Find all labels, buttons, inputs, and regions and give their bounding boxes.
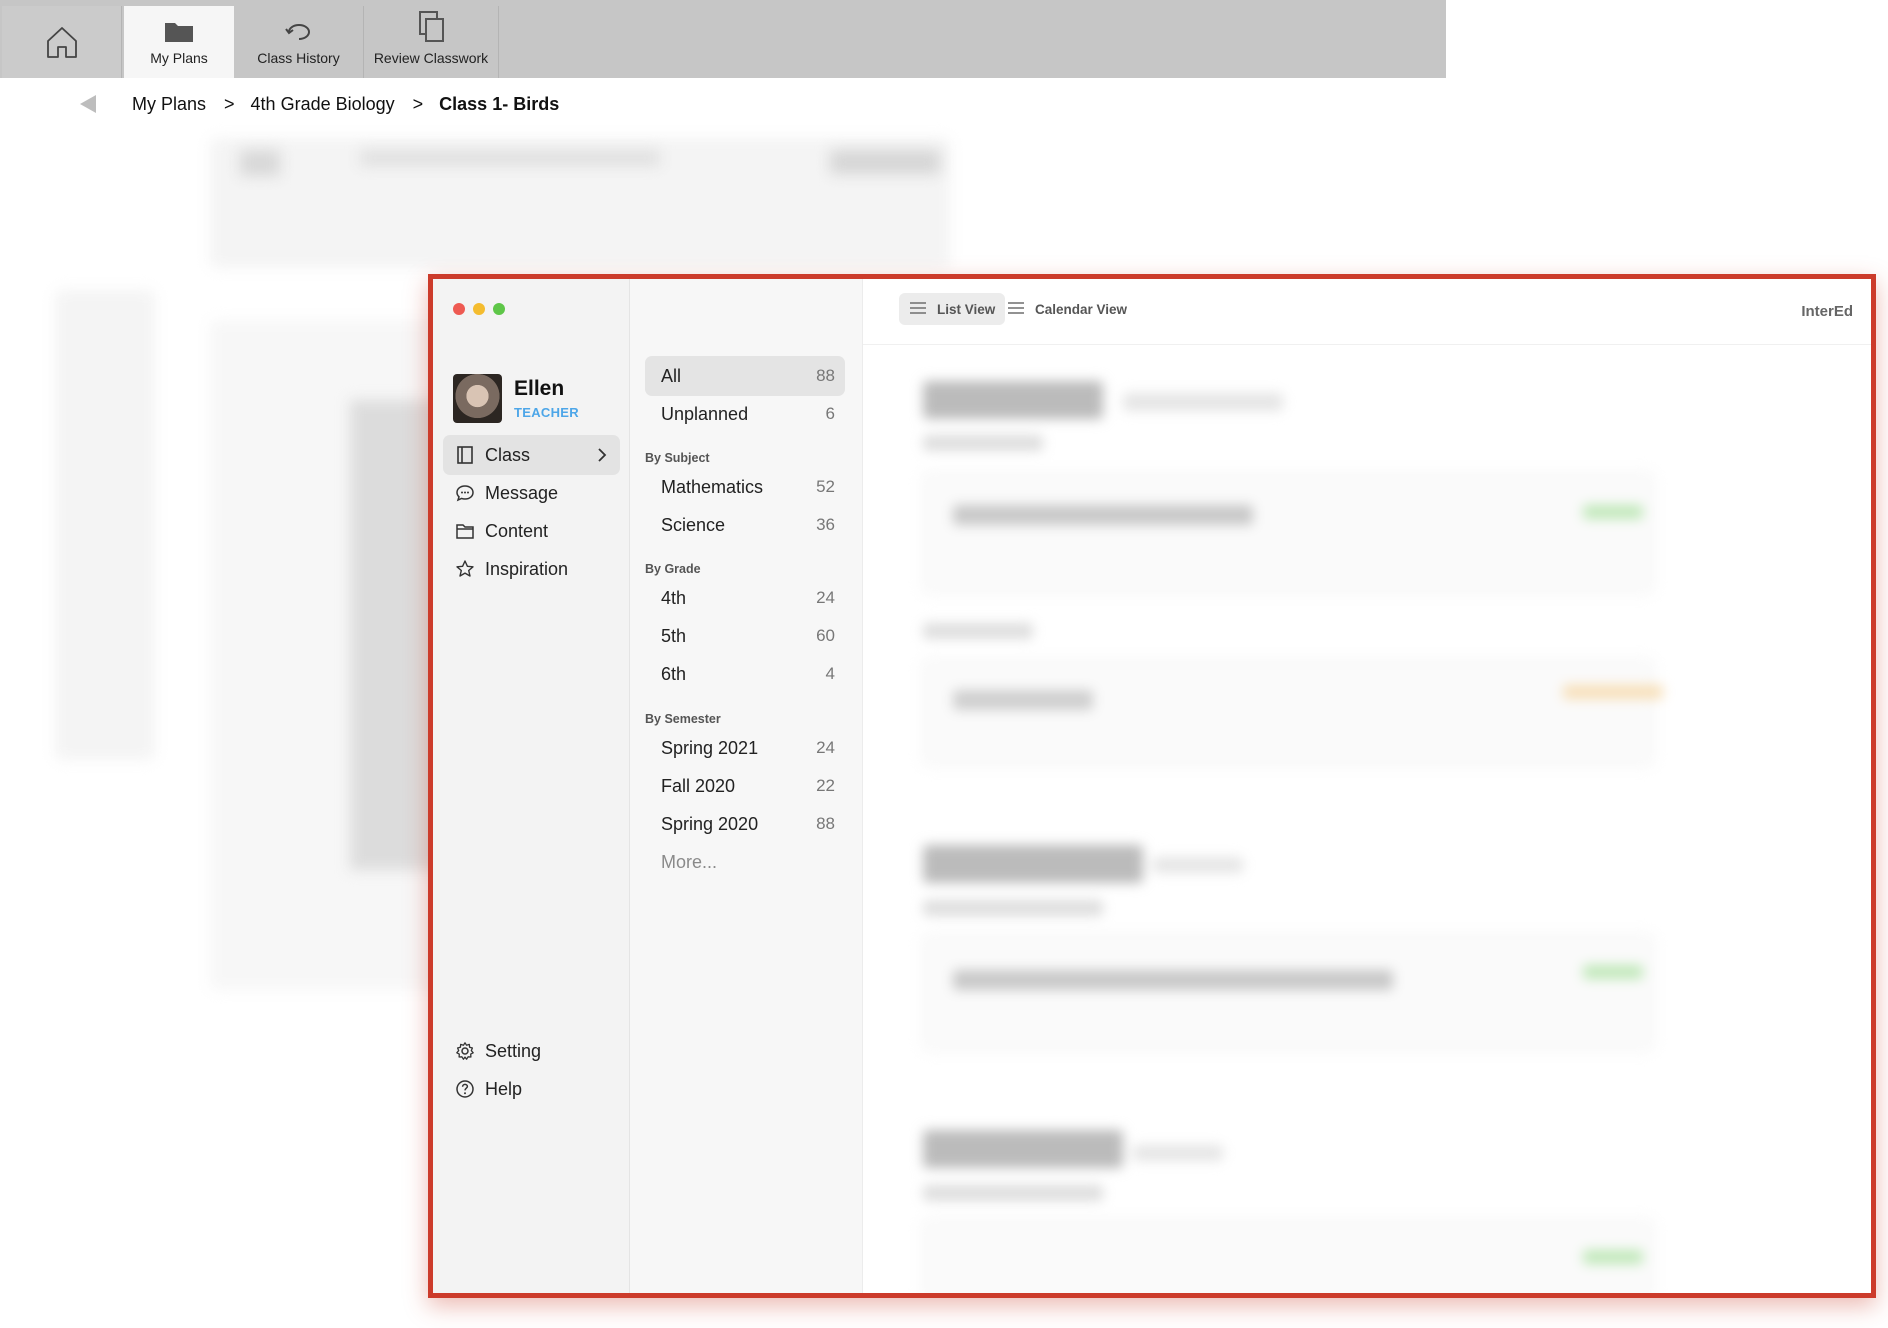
breadcrumb-item[interactable]: 4th Grade Biology [251,94,395,115]
tab-label: My Plans [150,50,208,66]
minimize-window-button[interactable] [473,303,485,315]
tab-class-history[interactable]: Class History [234,6,364,78]
nav-label: Message [485,482,559,503]
filter-count: 52 [816,477,835,496]
filter-more-link[interactable]: More... [645,842,845,882]
filter-label: Mathematics [661,476,764,497]
filter-count: 24 [816,738,835,757]
user-name: Ellen [514,377,565,400]
filter-count: 88 [816,366,835,385]
blurred-background-sidebar [55,290,155,760]
filter-count: 22 [816,776,835,795]
app-window: Ellen TEACHER Class Message Content Insp… [428,274,1876,1298]
filter-heading-subject: By Subject [645,451,710,465]
filter-label: 6th [661,663,687,684]
calendar-view-label: Calendar View [1035,301,1128,317]
nav-label: Class [485,444,531,465]
nav-help[interactable]: Help [443,1069,620,1109]
nav-label: Content [485,520,549,541]
list-icon [1007,301,1025,318]
filter-count: 60 [816,626,835,645]
blurred-schedule-list [863,345,1871,1293]
user-role: TEACHER [514,405,579,420]
filter-label: Fall 2020 [661,775,736,796]
chevron-right-icon [596,446,608,469]
filter-item-all[interactable]: All 88 [645,356,845,396]
notebook-icon [455,445,475,465]
blurred-background-block [240,150,280,176]
filter-heading-semester: By Semester [645,712,721,726]
filter-label: More... [661,851,718,872]
nav-label: Help [485,1078,523,1099]
tab-my-plans[interactable]: My Plans [124,6,234,78]
filter-item-mathematics[interactable]: Mathematics 52 [645,467,845,507]
filter-label: All [661,365,682,386]
nav-content[interactable]: Content [443,511,620,551]
list-icon [909,301,927,318]
breadcrumb: My Plans > 4th Grade Biology > Class 1- … [80,92,559,116]
filter-item-unplanned[interactable]: Unplanned 6 [645,394,845,434]
folder-icon [165,23,193,42]
question-icon [455,1079,475,1099]
filter-label: 5th [661,625,687,646]
blurred-background-block [360,150,660,166]
gear-icon [455,1041,475,1061]
list-view-label: List View [937,301,996,317]
filter-item-spring-2020[interactable]: Spring 2020 88 [645,804,845,844]
nav-setting[interactable]: Setting [443,1031,620,1071]
nav-label: Setting [485,1040,542,1061]
breadcrumb-item[interactable]: My Plans [132,94,206,115]
app-sidebar: Ellen TEACHER Class Message Content Insp… [433,279,630,1293]
filter-label: Science [661,514,726,535]
filter-label: Spring 2020 [661,813,759,834]
breadcrumb-current: Class 1- Birds [439,93,560,114]
back-arrow-icon[interactable] [80,95,96,113]
main-panel: List View Calendar View InterEd [863,279,1871,1293]
filter-item-spring-2021[interactable]: Spring 2021 24 [645,728,845,768]
filter-label: 4th [661,587,687,608]
history-icon [284,24,310,40]
close-window-button[interactable] [453,303,465,315]
filter-count: 6 [825,404,835,423]
filter-count: 88 [816,814,835,833]
filter-item-5th[interactable]: 5th 60 [645,616,845,656]
top-nav-bar: My Plans Class History Review Classwork [0,0,1446,78]
avatar [453,374,502,423]
calendar-view-button[interactable]: Calendar View [997,293,1137,325]
filter-label: Unplanned [661,403,749,424]
filter-label: Spring 2021 [661,737,759,758]
tab-label: Review Classwork [373,50,489,66]
nav-message[interactable]: Message [443,473,620,513]
filter-panel: All 88 Unplanned 6 By Subject Mathematic… [630,279,863,1293]
filter-item-6th[interactable]: 6th 4 [645,654,845,694]
brand-name: InterEd [1801,303,1853,320]
folder-icon [455,521,475,541]
view-toolbar: List View Calendar View InterEd [863,279,1871,345]
star-icon [455,559,475,579]
filter-heading-grade: By Grade [645,562,701,576]
tab-review-classwork[interactable]: Review Classwork [364,6,499,78]
list-view-button[interactable]: List View [899,293,1006,325]
breadcrumb-separator: > [412,93,424,114]
filter-item-4th[interactable]: 4th 24 [645,578,845,618]
filter-item-science[interactable]: Science 36 [645,505,845,545]
filter-count: 24 [816,588,835,607]
chat-bubble-icon [455,483,475,503]
blurred-background-block [830,150,940,174]
filter-item-fall-2020[interactable]: Fall 2020 22 [645,766,845,806]
home-tab[interactable] [2,6,122,78]
breadcrumb-separator: > [224,93,235,114]
nav-label: Inspiration [485,558,569,579]
home-icon [46,27,77,58]
user-profile[interactable]: Ellen TEACHER [453,374,579,423]
window-controls [453,303,505,315]
nav-inspiration[interactable]: Inspiration [443,549,620,589]
copy-icon [419,11,444,42]
filter-count: 4 [825,664,835,683]
filter-count: 36 [816,515,835,534]
maximize-window-button[interactable] [493,303,505,315]
tab-label: Class History [257,50,340,66]
nav-class[interactable]: Class [443,435,620,475]
